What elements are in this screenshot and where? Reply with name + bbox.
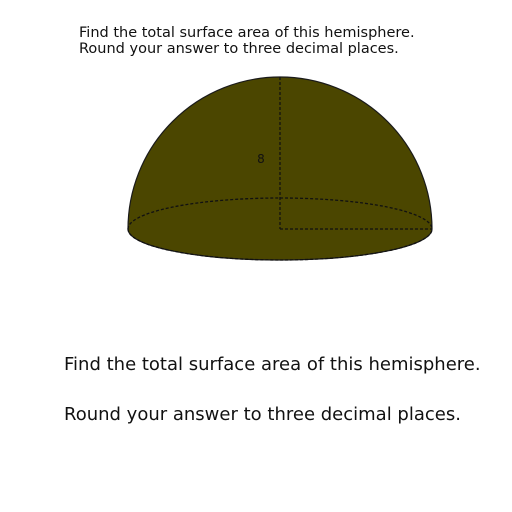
hemisphere-diagram: 8 [127,76,433,261]
body-prompt-line-1: Find the total surface area of this hemi… [64,354,481,375]
radius-label: 8 [257,152,265,166]
body-prompt-line-2: Round your answer to three decimal place… [64,404,461,425]
question-page: Find the total surface area of this hemi… [0,0,512,512]
